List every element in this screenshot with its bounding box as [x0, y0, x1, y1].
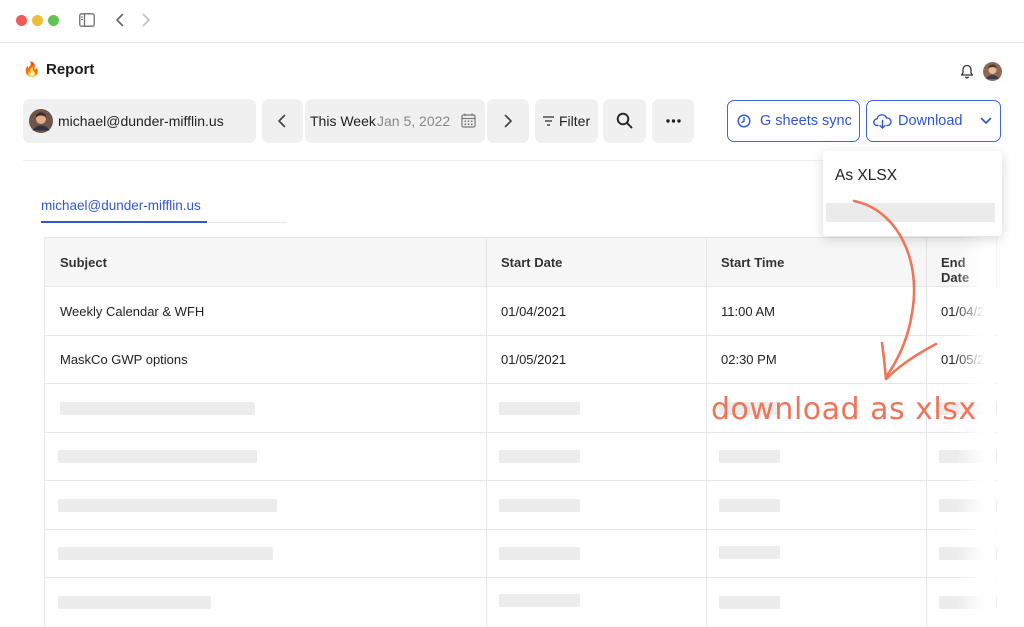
annotation-text: download as xlsx — [711, 392, 977, 427]
download-button[interactable]: Download — [866, 100, 1001, 142]
cloud-download-icon — [873, 113, 892, 129]
annotation-arrow — [852, 199, 938, 381]
date-picker[interactable]: This Week Jan 5, 2022 — [305, 99, 485, 143]
skeleton-cell — [719, 596, 780, 609]
user-selector[interactable]: michael@dunder-mifflin.us — [23, 99, 256, 143]
tab-bar-line — [207, 222, 287, 223]
active-tab-indicator — [41, 221, 207, 223]
search-icon — [616, 112, 633, 129]
user-avatar — [29, 109, 53, 133]
more-dots-icon — [666, 119, 681, 123]
row-divider — [45, 529, 997, 530]
skeleton-cell — [58, 499, 277, 512]
user-email: michael@dunder-mifflin.us — [58, 113, 224, 129]
cell-start-date: 01/05/2021 — [501, 352, 567, 367]
cell-start-time: 11:00 AM — [721, 304, 775, 319]
skeleton-cell — [719, 546, 780, 559]
window-divider — [0, 42, 1024, 43]
chevron-down-icon — [980, 117, 991, 124]
prev-period-button[interactable] — [262, 99, 303, 143]
gsheets-sync-button[interactable]: G sheets sync — [727, 100, 860, 142]
filter-button[interactable]: Filter — [535, 99, 598, 143]
row-divider — [45, 480, 997, 481]
period-label: This Week — [310, 113, 376, 129]
cell-subject: Weekly Calendar & WFH — [60, 304, 205, 319]
header-subject[interactable]: Subject — [60, 255, 107, 270]
next-period-button[interactable] — [487, 99, 529, 143]
window-close-button[interactable] — [16, 15, 27, 26]
bell-icon[interactable] — [960, 64, 974, 79]
row-divider — [45, 577, 997, 578]
skeleton-cell — [499, 547, 580, 560]
cell-start-date: 01/04/2021 — [501, 304, 567, 319]
header-start-date[interactable]: Start Date — [501, 255, 562, 270]
header-start-time[interactable]: Start Time — [721, 255, 784, 270]
more-options-button[interactable] — [652, 99, 694, 143]
sidebar-toggle-icon[interactable] — [79, 13, 95, 27]
page-title: Report — [46, 61, 95, 78]
tab-user-email[interactable]: michael@dunder-mifflin.us — [41, 198, 201, 213]
chevron-left-icon — [278, 114, 286, 128]
skeleton-cell — [499, 402, 580, 415]
skeleton-cell — [499, 594, 580, 607]
window-zoom-button[interactable] — [48, 15, 59, 26]
skeleton-cell — [499, 450, 580, 463]
search-button[interactable] — [603, 99, 646, 143]
calendar-icon[interactable] — [461, 113, 476, 128]
skeleton-cell — [58, 596, 211, 609]
cell-subject: MaskCo GWP options — [60, 352, 188, 367]
clock-icon — [737, 114, 751, 128]
skeleton-cell — [60, 402, 255, 415]
avatar[interactable] — [983, 62, 1002, 81]
gsheets-sync-label: G sheets sync — [760, 113, 852, 129]
download-label: Download — [898, 113, 963, 129]
row-divider — [45, 432, 997, 433]
chevron-right-icon — [504, 114, 512, 128]
fire-icon: 🔥 — [23, 61, 41, 77]
forward-chevron-icon[interactable] — [141, 13, 151, 27]
window-minimize-button[interactable] — [32, 15, 43, 26]
table-scroll-fade — [956, 237, 996, 626]
cell-start-time: 02:30 PM — [721, 352, 777, 367]
skeleton-cell — [58, 547, 273, 560]
skeleton-cell — [719, 450, 780, 463]
filter-label: Filter — [559, 113, 591, 129]
menu-item-as-xlsx[interactable]: As XLSX — [835, 167, 897, 185]
period-date: Jan 5, 2022 — [377, 113, 451, 129]
filter-icon — [543, 116, 554, 126]
skeleton-cell — [499, 499, 580, 512]
skeleton-cell — [58, 450, 257, 463]
skeleton-cell — [719, 499, 780, 512]
back-chevron-icon[interactable] — [115, 13, 125, 27]
